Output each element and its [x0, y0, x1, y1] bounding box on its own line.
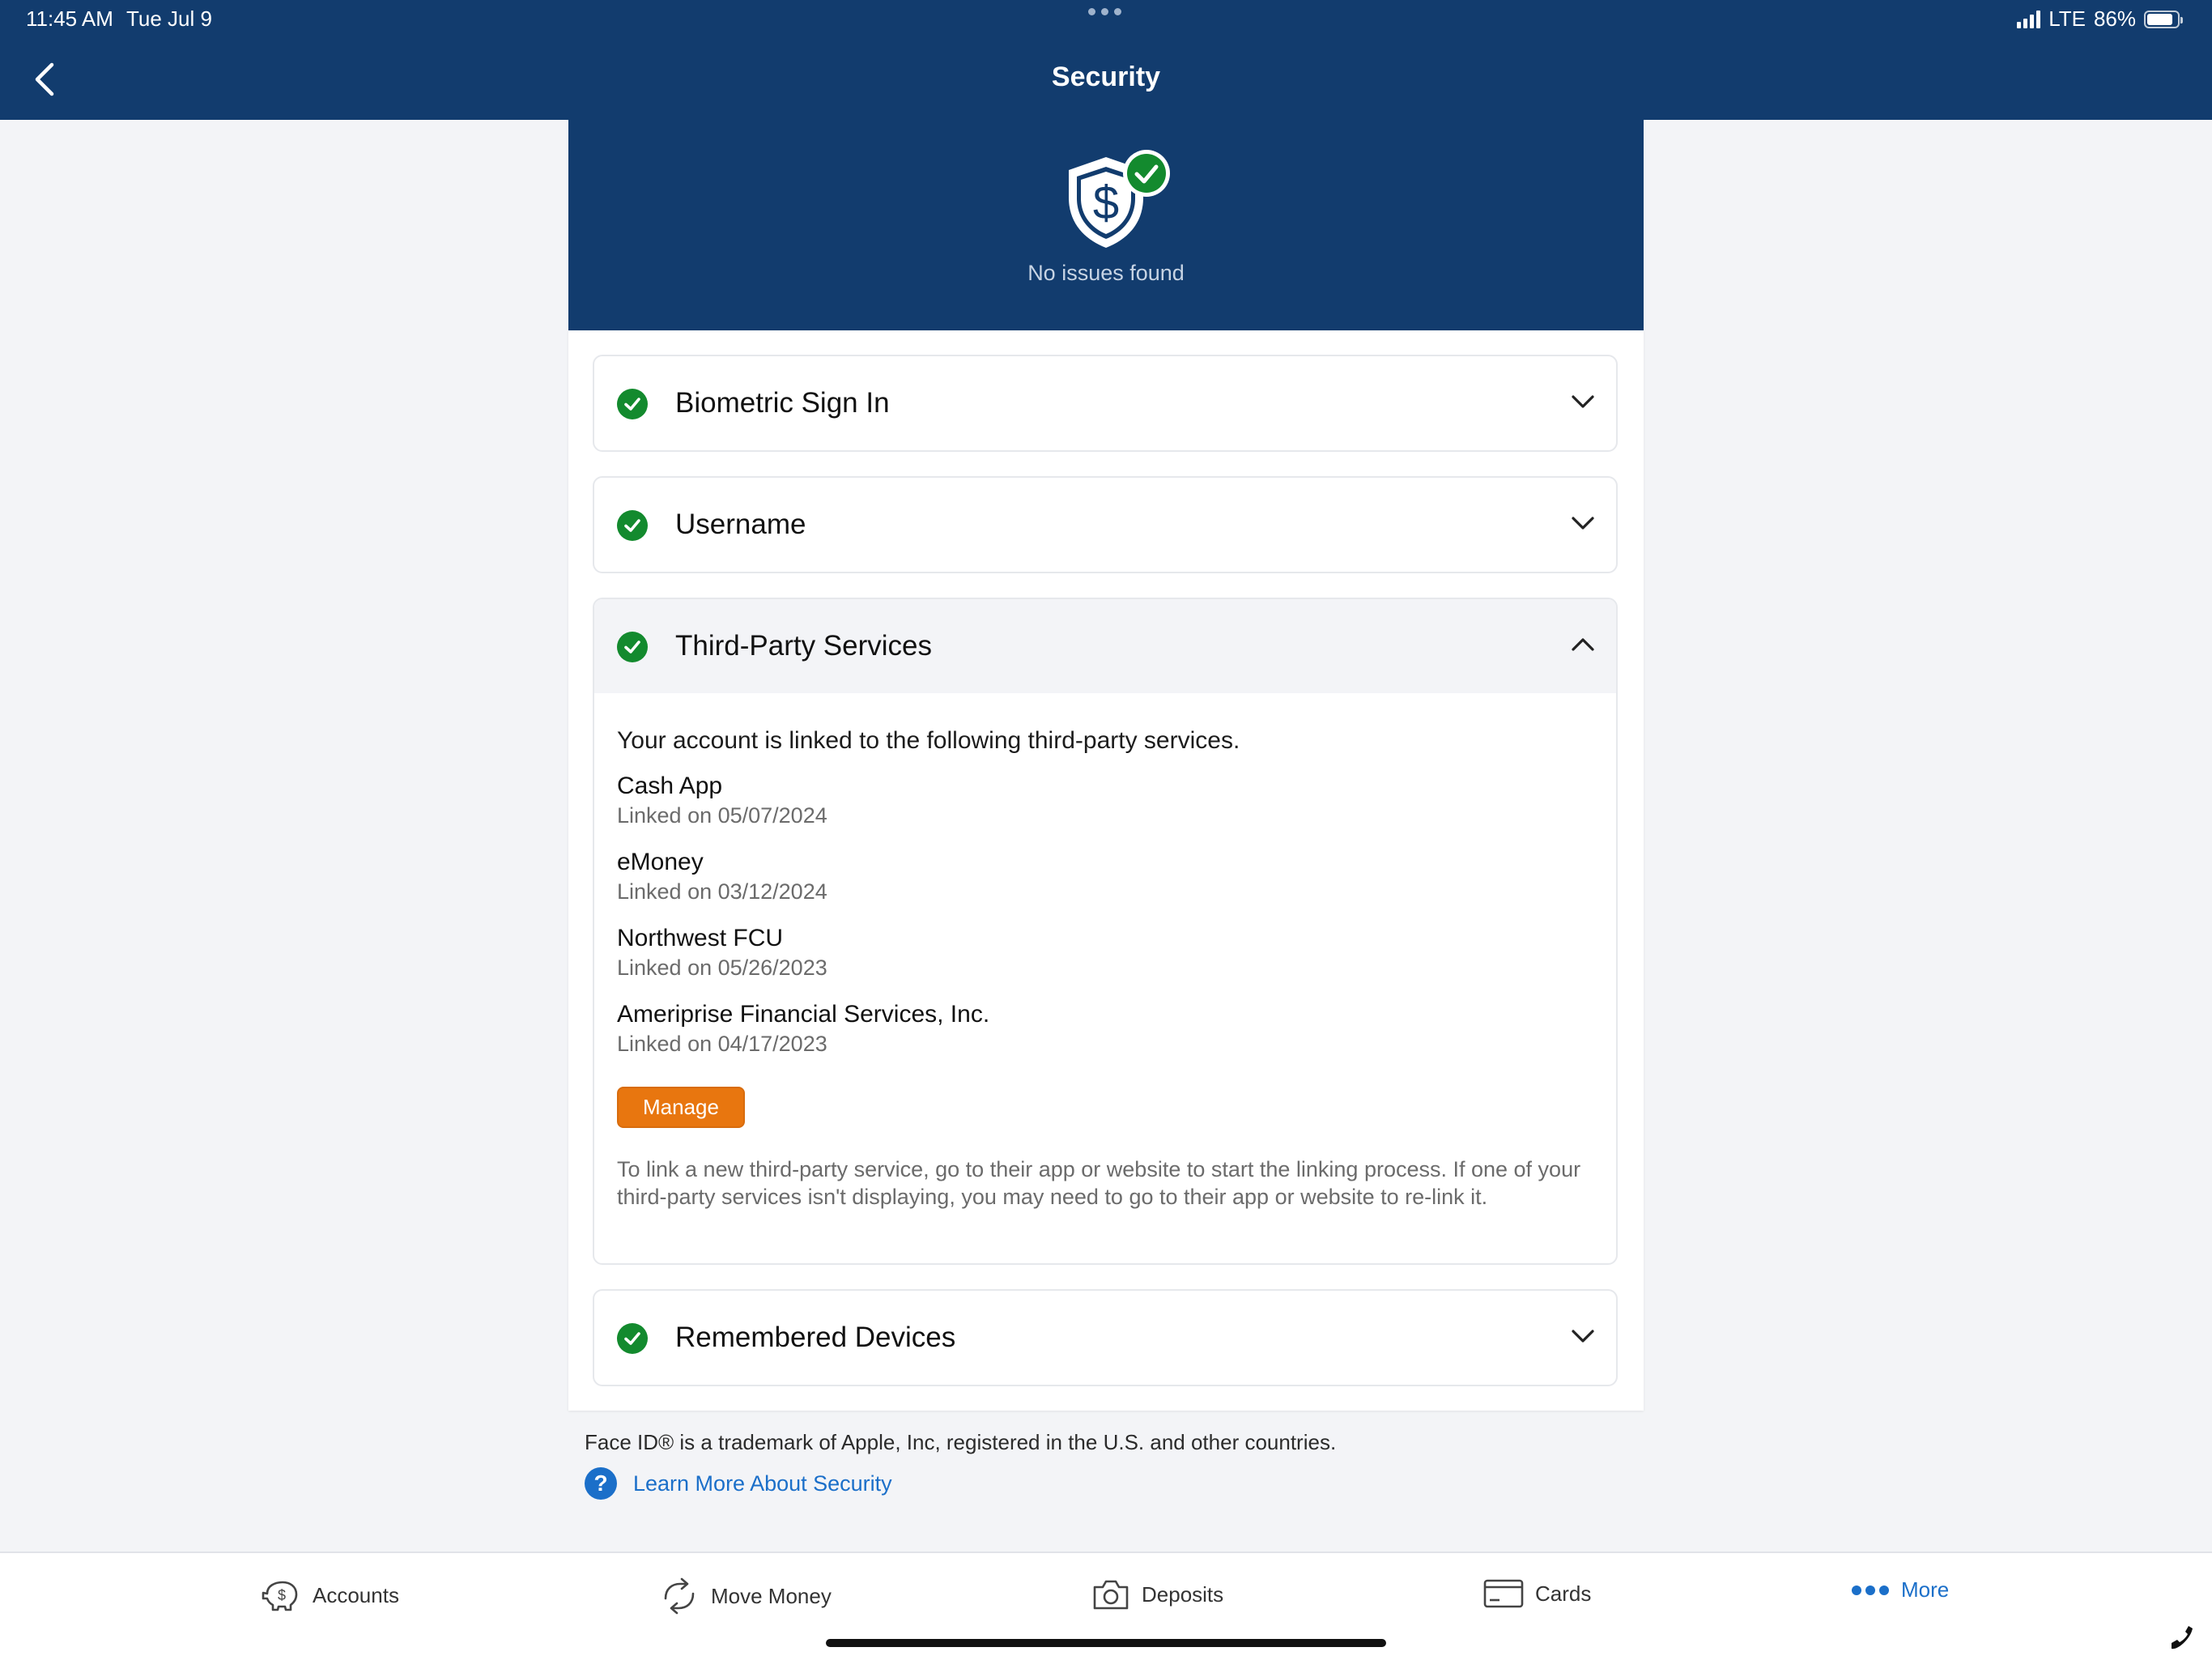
- page-title: Security: [1051, 62, 1161, 92]
- list-item: Ameriprise Financial Services, Inc. Link…: [617, 999, 1593, 1058]
- service-name: Cash App: [617, 773, 723, 799]
- tab-label: Deposits: [1142, 1581, 1224, 1607]
- check-circle-icon: [617, 389, 648, 419]
- cellular-signal-icon: [2017, 10, 2041, 28]
- service-name: Ameriprise Financial Services, Inc.: [617, 1001, 990, 1028]
- service-name: eMoney: [617, 849, 704, 875]
- network-type: LTE: [2048, 6, 2086, 31]
- section-biometric-sign-in: Biometric Sign In: [593, 355, 1618, 452]
- section-third-party-services: Third-Party Services Your account is lin…: [593, 598, 1618, 1265]
- security-status-banner: $ No issues found: [568, 120, 1644, 330]
- manage-button[interactable]: Manage: [617, 1087, 745, 1128]
- tab-more[interactable]: More: [1851, 1577, 1949, 1603]
- battery-percent: 86%: [2093, 6, 2136, 31]
- service-linked-date: Linked on 05/26/2023: [617, 956, 827, 980]
- card-icon: [1483, 1579, 1524, 1608]
- tab-accounts[interactable]: $ Accounts: [261, 1577, 399, 1613]
- check-circle-icon: [617, 632, 648, 662]
- more-dots-icon: [1852, 1585, 1889, 1595]
- check-circle-icon: [617, 510, 648, 541]
- security-sections-card: Biometric Sign In Username Third-Party S…: [568, 330, 1644, 1411]
- bottom-tab-bar: $ Accounts Move Money Deposits Cards Mor…: [0, 1551, 2212, 1660]
- username-header[interactable]: Username: [594, 478, 1616, 572]
- security-status-text: No issues found: [1027, 261, 1185, 285]
- svg-text:$: $: [1093, 177, 1119, 229]
- service-linked-date: Linked on 05/07/2024: [617, 803, 827, 828]
- learn-more-link[interactable]: ? Learn More About Security: [585, 1467, 892, 1500]
- biometric-sign-in-header[interactable]: Biometric Sign In: [594, 356, 1616, 450]
- transfer-arrows-icon: [664, 1577, 695, 1615]
- section-title: Third-Party Services: [675, 630, 933, 662]
- list-item: Cash App Linked on 05/07/2024: [617, 771, 1593, 829]
- help-question-icon: ?: [585, 1467, 617, 1500]
- section-title: Biometric Sign In: [675, 387, 890, 419]
- learn-more-label[interactable]: Learn More About Security: [633, 1471, 892, 1496]
- camera-icon: [1093, 1580, 1129, 1610]
- remembered-devices-header[interactable]: Remembered Devices: [594, 1291, 1616, 1385]
- chevron-up-icon[interactable]: [1571, 635, 1595, 654]
- third-party-services-body: Your account is linked to the following …: [594, 693, 1616, 1211]
- multitasking-dots-icon[interactable]: [1088, 8, 1121, 15]
- third-party-help-text: To link a new third-party service, go to…: [617, 1157, 1581, 1209]
- status-time: 11:45 AM: [26, 6, 113, 31]
- tab-move-money[interactable]: Move Money: [659, 1577, 832, 1615]
- section-title: Remembered Devices: [675, 1322, 956, 1353]
- tab-cards[interactable]: Cards: [1483, 1577, 1591, 1610]
- svg-text:$: $: [278, 1587, 286, 1603]
- tab-label: Cards: [1535, 1581, 1592, 1606]
- service-linked-date: Linked on 04/17/2023: [617, 1032, 827, 1056]
- chevron-down-icon[interactable]: [1571, 392, 1595, 411]
- tab-deposits[interactable]: Deposits: [1091, 1577, 1223, 1611]
- status-date: Tue Jul 9: [126, 6, 212, 31]
- battery-icon: [2144, 10, 2183, 28]
- status-indicators: LTE 86%: [2017, 6, 2183, 32]
- trademark-notice: Face ID® is a trademark of Apple, Inc, r…: [585, 1430, 1337, 1454]
- chevron-down-icon[interactable]: [1571, 1326, 1595, 1346]
- section-title: Username: [675, 509, 806, 540]
- service-linked-date: Linked on 03/12/2024: [617, 879, 827, 904]
- section-remembered-devices: Remembered Devices: [593, 1289, 1618, 1386]
- third-party-services-header[interactable]: Third-Party Services: [594, 599, 1616, 693]
- shield-dollar-check-icon: $: [1069, 150, 1170, 248]
- piggy-bank-icon: $: [262, 1581, 298, 1611]
- list-item: Northwest FCU Linked on 05/26/2023: [617, 923, 1593, 981]
- section-username: Username: [593, 476, 1618, 573]
- home-indicator[interactable]: [826, 1639, 1386, 1647]
- list-item: eMoney Linked on 03/12/2024: [617, 847, 1593, 905]
- third-party-intro: Your account is linked to the following …: [617, 727, 1240, 754]
- service-name: Northwest FCU: [617, 925, 784, 951]
- chevron-down-icon[interactable]: [1571, 513, 1595, 533]
- phone-icon[interactable]: [2168, 1624, 2196, 1652]
- tab-label: Move Money: [711, 1583, 832, 1608]
- top-navigation-bar: 11:45 AM Tue Jul 9 LTE 86% Security: [0, 0, 2212, 120]
- check-circle-icon: [617, 1323, 648, 1354]
- tab-label: Accounts: [313, 1582, 399, 1607]
- tab-label: More: [1901, 1577, 1950, 1602]
